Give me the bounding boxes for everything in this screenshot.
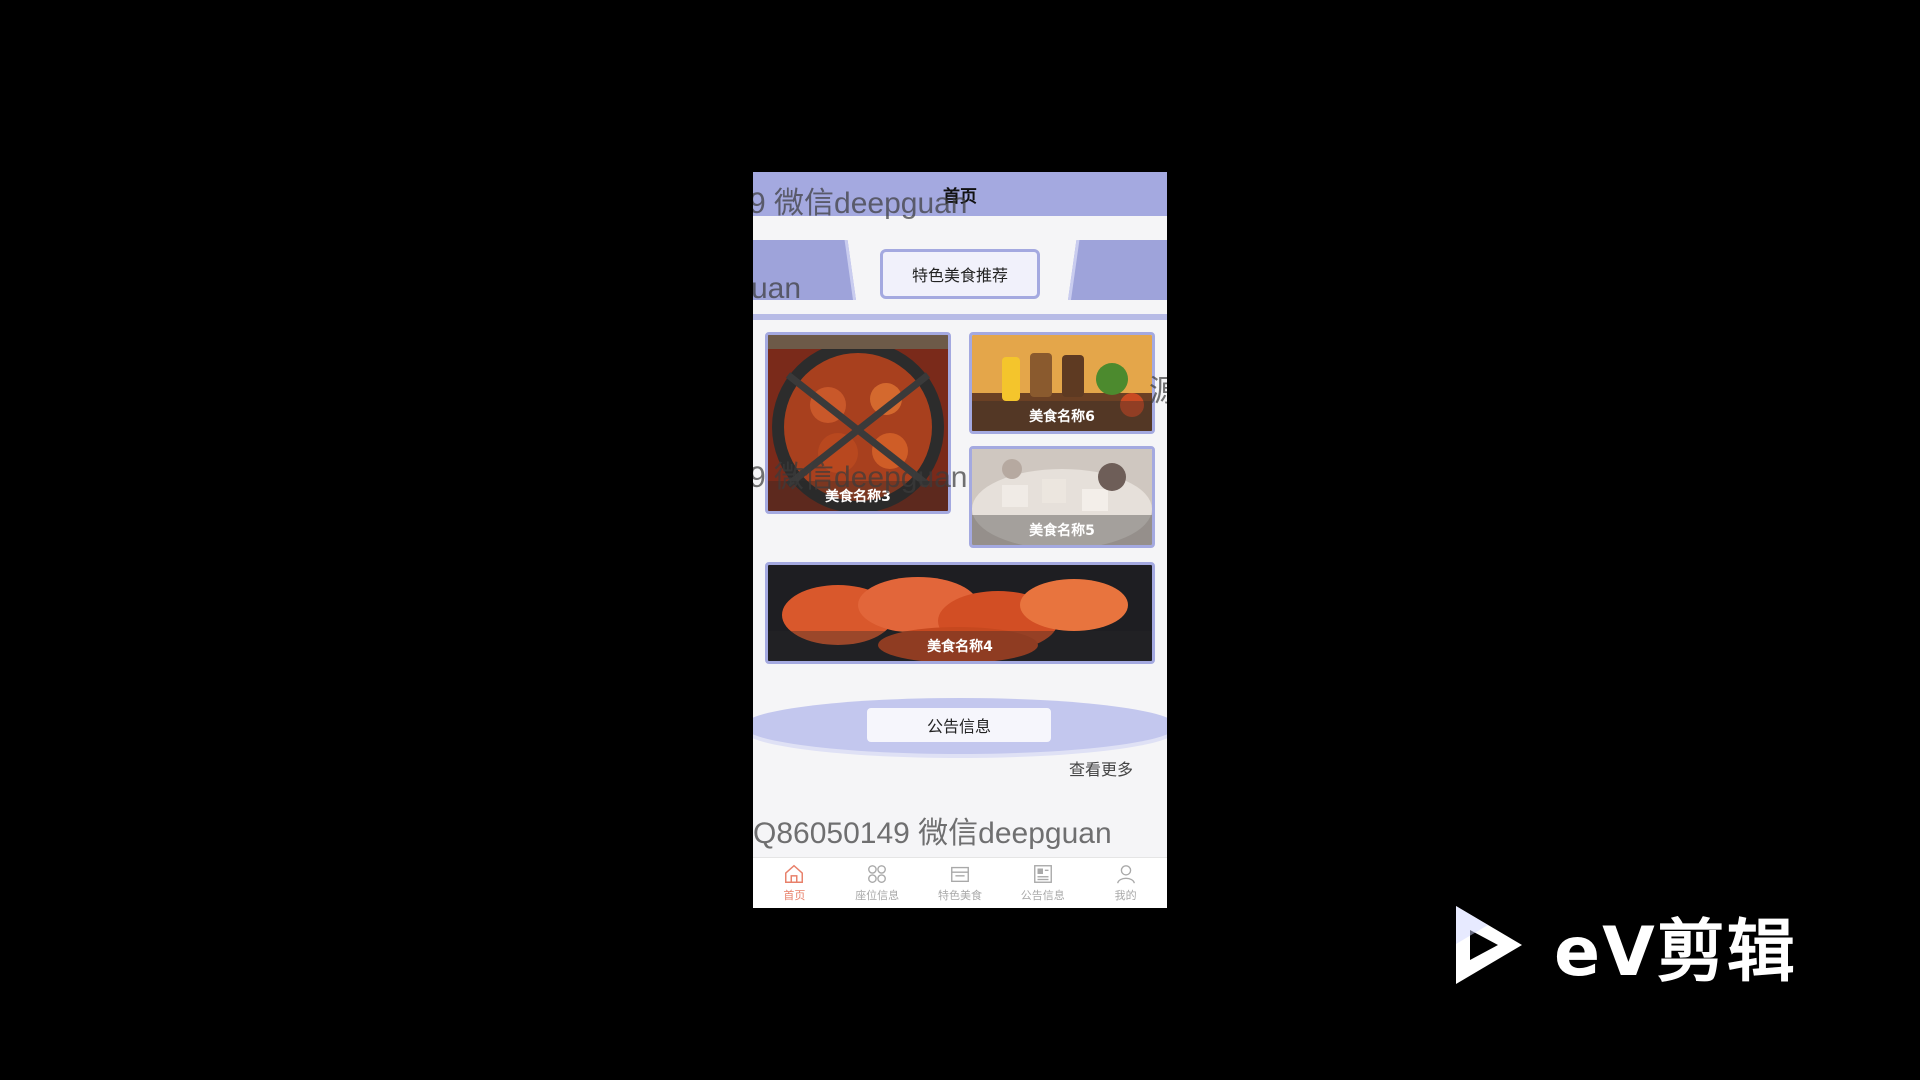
food-card-5[interactable]: 美食名称5 [969, 446, 1155, 548]
tab-label: 首页 [783, 889, 806, 902]
calendar-icon [951, 866, 969, 883]
news-icon [1033, 865, 1052, 883]
tab-label: 我的 [1114, 889, 1137, 902]
food-section-title[interactable]: 特色美食推荐 [880, 249, 1040, 299]
tab-profile[interactable]: 我的 [1084, 858, 1167, 908]
home-icon [785, 864, 804, 883]
tab-label: 特色美食 [937, 889, 982, 902]
ev-editor-watermark: eV剪辑 [1448, 900, 1818, 992]
grid-icon [868, 865, 887, 883]
view-more-link[interactable]: 查看更多 [1069, 756, 1133, 780]
bottom-tab-bar: 首页 座位信息 特色美食 公告信息 我的 [753, 857, 1167, 908]
watermark-text: 9 微信deepguan [753, 461, 968, 494]
tab-home[interactable]: 首页 [753, 858, 836, 908]
watermark-text: uan [753, 272, 802, 305]
watermark-text: Q86050149 微信deepguan [753, 817, 1112, 850]
decorative-wing-right [1068, 240, 1167, 300]
brand-name: eV剪辑 [1554, 912, 1797, 992]
watermark-text: 源 [1149, 375, 1167, 408]
food-name-label: 美食名称6 [972, 401, 1152, 431]
tab-notices[interactable]: 公告信息 [1001, 858, 1084, 908]
phone-screen: 首页 特色美食推荐 美食名称3 美食名称6 美食名称5 美食名称4 公告信息 查… [753, 172, 1167, 908]
user-icon [1116, 865, 1135, 884]
food-section-header: 特色美食推荐 [753, 228, 1167, 322]
tab-special-food[interactable]: 特色美食 [919, 858, 1002, 908]
food-name-label: 美食名称4 [768, 631, 1152, 661]
tab-label: 公告信息 [1020, 889, 1065, 902]
section-divider [753, 314, 1167, 320]
food-card-6[interactable]: 美食名称6 [969, 332, 1155, 434]
notice-section-title[interactable]: 公告信息 [865, 706, 1053, 744]
tab-seat-info[interactable]: 座位信息 [836, 858, 919, 908]
food-name-label: 美食名称5 [972, 515, 1152, 545]
watermark-text: 9 微信deepguan [753, 187, 968, 220]
food-card-4[interactable]: 美食名称4 [765, 562, 1155, 664]
play-logo-icon [1456, 906, 1522, 984]
tab-label: 座位信息 [855, 889, 900, 902]
